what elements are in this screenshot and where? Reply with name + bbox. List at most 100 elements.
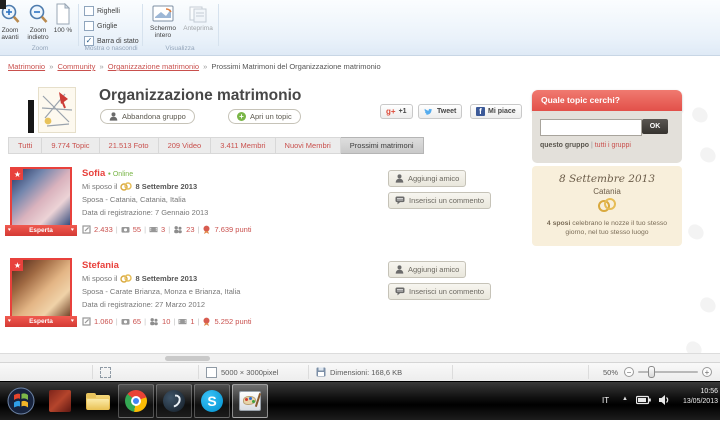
search-ok-button[interactable]: OK — [642, 119, 668, 134]
tray-date: 13/05/2013 — [674, 397, 718, 407]
page-title: Organizzazione matrimonio — [99, 87, 301, 105]
statusbar-label: Barra di stato — [97, 38, 139, 45]
tab-tutti[interactable]: Tutti — [8, 137, 42, 154]
zoom-100-button[interactable]: 100 % — [50, 2, 76, 50]
avatar-sofia[interactable]: ★ — [10, 167, 72, 229]
taskbar-explorer[interactable] — [80, 384, 116, 418]
taskbar-paint-active[interactable] — [232, 384, 268, 418]
same-day-wedding-box: 8 Settembre 2013 Catania 4 sposi celebra… — [532, 166, 682, 246]
facebook-like-button[interactable]: f Mi piace — [470, 104, 522, 119]
horizontal-scrollbar[interactable] — [0, 353, 720, 362]
insert-comment-button[interactable]: Inserisci un commento — [388, 283, 491, 300]
language-indicator[interactable]: IT — [602, 396, 609, 405]
event-city: Catania — [532, 187, 682, 196]
tab-prossimi-matrimoni[interactable]: Prossimi matrimoni — [341, 137, 424, 154]
open-topic-label: Apri un topic — [250, 112, 292, 121]
taskbar-chrome[interactable] — [118, 384, 154, 418]
tab-topic[interactable]: 9.774 Topic — [42, 137, 99, 154]
heart-icon: ♥ — [8, 316, 11, 327]
topic-search-input[interactable] — [540, 119, 642, 136]
google-plusone-button[interactable]: g+ +1 — [380, 104, 413, 119]
tab-foto[interactable]: 21.513 Foto — [100, 137, 159, 154]
media-player-icon — [163, 390, 185, 412]
taskbar-media-player[interactable] — [156, 384, 192, 418]
start-button[interactable] — [3, 384, 39, 418]
topics-icon — [82, 317, 91, 326]
folder-icon — [86, 393, 110, 410]
add-friend-label: Aggiungi amico — [408, 174, 459, 183]
speaker-icon[interactable] — [658, 394, 670, 406]
leave-group-button[interactable]: Abbandona gruppo — [100, 109, 195, 124]
zoom-in-control[interactable]: + — [702, 367, 712, 377]
zoom-slider-thumb[interactable] — [648, 366, 655, 378]
tray-clock[interactable]: 10:56 13/05/2013 — [674, 387, 718, 407]
taskbar-skype[interactable]: S — [194, 384, 230, 418]
videos-count[interactable]: 3 — [161, 225, 165, 234]
wedding-date-line: Mi sposo il 8 Settembre 2013 — [82, 182, 197, 191]
star-badge-icon: ★ — [12, 260, 23, 271]
insert-comment-label: Inserisci un commento — [409, 196, 484, 205]
scope-this-group[interactable]: questo gruppo — [540, 142, 589, 149]
comment-bubble-icon — [395, 196, 405, 205]
tray-expand-icon[interactable]: ▲ — [622, 396, 628, 402]
scope-all-groups-link[interactable]: tutti i gruppi — [595, 142, 631, 149]
desktop-screen: Zoom avanti Zoom indietro 100 % Righelli… — [0, 0, 720, 432]
watermark — [686, 222, 706, 241]
friends-count[interactable]: 23 — [186, 225, 194, 234]
tab-nuovi-membri[interactable]: Nuovi Membri — [276, 137, 341, 154]
photos-count[interactable]: 65 — [133, 317, 141, 326]
fullscreen-label: Schermo intero — [146, 25, 180, 39]
profile-name[interactable]: Sofia ● Online — [82, 168, 133, 179]
tab-video[interactable]: 209 Video — [159, 137, 212, 154]
zoom-slider-track[interactable] — [638, 371, 698, 373]
fullscreen-button[interactable]: Schermo intero — [146, 2, 180, 50]
online-label: Online — [113, 171, 133, 178]
ribbon-separator — [218, 4, 219, 46]
watermark — [698, 295, 718, 314]
points-count[interactable]: 7.639 punti — [214, 225, 251, 234]
group-label-zoom: Zoom — [10, 45, 70, 52]
image-artifact — [28, 100, 34, 133]
rulers-label: Righelli — [97, 8, 120, 15]
person-icon — [395, 174, 404, 183]
points-count[interactable]: 5.252 punti — [214, 317, 251, 326]
add-friend-button[interactable]: Aggiungi amico — [388, 261, 466, 278]
tab-membri[interactable]: 3.411 Membri — [211, 137, 275, 154]
photos-icon — [121, 317, 130, 326]
friends-count[interactable]: 10 — [162, 317, 170, 326]
breadcrumb-link-group[interactable]: Organizzazione matrimonio — [108, 62, 199, 71]
friends-icon — [173, 225, 183, 234]
points-icon — [202, 225, 211, 234]
battery-icon[interactable] — [636, 395, 651, 405]
breadcrumb-link-community[interactable]: Community — [57, 62, 95, 71]
photos-count[interactable]: 55 — [133, 225, 141, 234]
topics-count[interactable]: 1.060 — [94, 317, 113, 326]
plusone-label: +1 — [399, 108, 407, 115]
open-topic-button[interactable]: + Apri un topic — [228, 109, 301, 124]
friends-icon — [149, 317, 159, 326]
profile-name[interactable]: Stefania — [82, 260, 119, 271]
group-label-view: Visualizza — [146, 45, 214, 52]
scrollbar-thumb[interactable] — [165, 356, 210, 361]
preview-button[interactable]: Anteprima — [182, 2, 214, 50]
online-dot-icon: ● — [108, 171, 111, 177]
zoom-out-control[interactable]: − — [624, 367, 634, 377]
taskbar-app-photos[interactable] — [42, 384, 78, 418]
breadcrumb-separator: » — [47, 62, 55, 71]
rulers-checkbox[interactable]: Righelli — [84, 6, 120, 16]
grid-label: Griglie — [97, 23, 117, 30]
grid-checkbox[interactable]: Griglie — [84, 21, 117, 31]
avatar-stefania[interactable]: ★ — [10, 258, 72, 320]
plus-icon: + — [237, 112, 246, 121]
windows-taskbar: S IT ▲ 10:56 — [0, 381, 720, 420]
page-icon — [55, 3, 71, 25]
breadcrumb-link-matrimonio[interactable]: Matrimonio — [8, 62, 45, 71]
person-icon — [109, 112, 118, 121]
tweet-button[interactable]: Tweet — [418, 104, 462, 119]
insert-comment-button[interactable]: Inserisci un commento — [388, 192, 491, 209]
add-friend-button[interactable]: Aggiungi amico — [388, 170, 466, 187]
twitter-bird-icon — [424, 108, 434, 116]
checkbox-icon — [84, 21, 94, 31]
topics-count[interactable]: 2.433 — [94, 225, 113, 234]
videos-count[interactable]: 1 — [190, 317, 194, 326]
